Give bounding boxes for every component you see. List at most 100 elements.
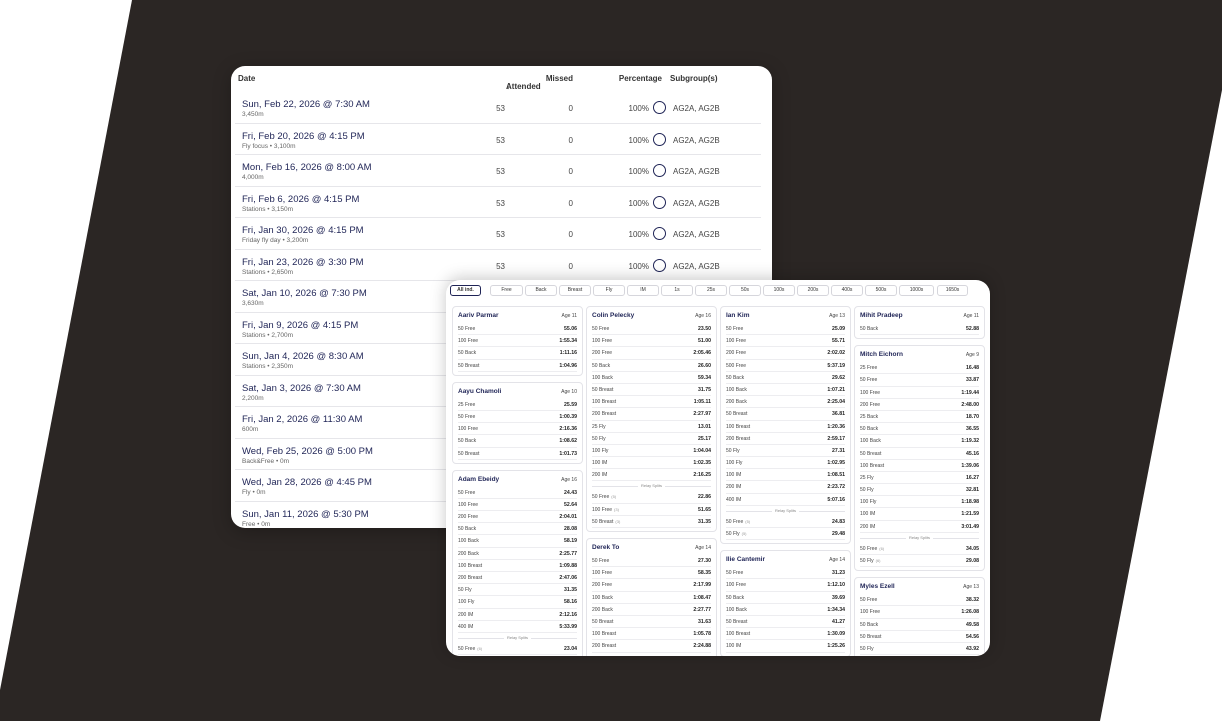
swimmer-card[interactable]: Mitch Eichorn Age 9 25 Free 16.48 50 Free 33.… (854, 345, 985, 572)
progress-ring-icon (653, 164, 666, 177)
practice-details: Stations • 2,700m (242, 331, 294, 339)
practice-details: Friday fly day • 3,200m (242, 237, 309, 244)
relay-event: 50 Breast (3) (592, 519, 620, 525)
attendance-percentage: 100% (628, 198, 649, 208)
event-time: 2:16.36 (559, 426, 577, 433)
swimmer-name[interactable]: Aariv Parmar (458, 312, 498, 319)
swimmer-card[interactable]: Aariv Parmar Age 11 50 Free 55.06 100 Free 1:… (452, 306, 583, 376)
event-time: 18.70 (966, 413, 979, 420)
swimmer-name[interactable]: Ilie Cantemir (726, 556, 765, 563)
filter-button[interactable]: 25s (695, 285, 727, 296)
attendance-row[interactable]: Fri, Jan 23, 2026 @ 3:30 PM Stations • 2,… (235, 250, 761, 281)
event-time: 2:16.25 (693, 472, 711, 479)
event-name: 25 Back (860, 413, 879, 420)
column-header-percentage[interactable]: Percentage (611, 74, 662, 83)
event-time: 1:11.16 (559, 350, 577, 357)
event-name: 200 IM (860, 523, 876, 530)
filter-button[interactable]: All ind. (450, 285, 481, 296)
split-row: 100 IM 1:08.51 (726, 469, 845, 482)
event-name: 50 Fly (860, 487, 874, 494)
missed-count: 0 (568, 104, 573, 113)
split-row: 50 Back 39.69 (726, 592, 845, 604)
attendance-row[interactable]: Fri, Jan 30, 2026 @ 4:15 PM Friday fly da… (235, 218, 761, 250)
practice-details: Stations • 3,150m (242, 205, 294, 213)
swimmer-card[interactable]: Colin Pelecky Age 16 50 Free 23.50 100 Free 5… (586, 306, 717, 532)
split-row: 200 Back 2:27.77 (592, 604, 711, 616)
relay-leg: (6) (477, 645, 483, 651)
event-time: 33.87 (966, 377, 979, 384)
swimmer-name[interactable]: Adam Ebeidy (458, 476, 499, 483)
swimmer-card[interactable]: Derek To Age 14 50 Free 27.30 100 Free 58.35 2… (586, 538, 717, 656)
attendance-row[interactable]: Fri, Feb 20, 2026 @ 4:15 PM Fly focus • 3… (235, 124, 761, 155)
split-row: 100 IM 1:25.26 (726, 640, 845, 653)
swimmer-column: Mihit Pradeep Age 11 50 Back 52.88 Mitch Eic… (854, 306, 985, 656)
event-name: 200 Back (458, 550, 479, 557)
relay-time: 31.35 (698, 518, 711, 525)
event-name: 50 Free (592, 326, 610, 332)
swimmer-card[interactable]: Adam Ebeidy Age 16 50 Free 24.43 100 Free 52.… (452, 469, 583, 656)
split-row: 200 Free 2:05.46 (592, 347, 711, 360)
swimmer-card[interactable]: Ian Kim Age 13 50 Free 25.09 100 Free 55.71 20… (720, 306, 851, 545)
filter-button[interactable]: IM (627, 285, 659, 296)
event-time: 2:59.17 (827, 435, 845, 442)
swimmer-name[interactable]: Derek To (592, 544, 619, 551)
swimmer-name[interactable]: Mitch Eichorn (860, 351, 903, 358)
attendance-row[interactable]: Fri, Feb 6, 2026 @ 4:15 PM Stations • 3,1… (235, 187, 761, 218)
filter-button[interactable]: 1s (661, 285, 693, 296)
filter-button[interactable]: 1000s (899, 285, 934, 296)
column-header-subgroups[interactable]: Subgroup(s) (670, 74, 718, 83)
practice-details: Back&Free • 0m (242, 457, 290, 465)
event-time: 27.31 (832, 447, 845, 454)
swimmer-name[interactable]: Ian Kim (726, 312, 749, 319)
practice-details: 3,450m (242, 111, 264, 118)
filter-button[interactable]: 400s (831, 285, 863, 296)
event-name: 50 Back (458, 350, 477, 357)
filter-button[interactable]: Free (490, 285, 523, 296)
missed-count: 0 (568, 230, 573, 239)
event-time: 31.75 (698, 386, 711, 393)
event-time: 31.23 (832, 570, 845, 577)
column-header-missed[interactable]: Missed (531, 74, 573, 83)
split-row: 200 Breast 2:59.17 (726, 433, 845, 445)
relay-event: 50 Free (6) (860, 546, 884, 552)
attendance-row[interactable]: Mon, Feb 16, 2026 @ 8:00 AM 4,000m 53 0 100%… (235, 155, 761, 187)
event-time: 25.17 (698, 435, 711, 442)
filter-button[interactable]: 200s (797, 285, 829, 296)
filter-button[interactable]: Breast (559, 285, 591, 296)
event-time: 39.69 (832, 594, 845, 601)
event-time: 1:26.08 (961, 609, 979, 616)
filter-button[interactable]: Back (525, 285, 557, 296)
swimmer-age: Age 16 (695, 313, 711, 319)
split-row: 50 Breast 31.63 (592, 616, 711, 629)
split-row: 100 Back 59.34 (592, 372, 711, 384)
filter-button[interactable]: 50s (729, 285, 761, 296)
event-time: 58.19 (564, 538, 577, 545)
split-row: 100 IM 1:02.35 (592, 457, 711, 470)
practice-details: Fly focus • 3,100m (242, 142, 296, 150)
split-row: 100 Breast 1:09.88 (458, 560, 577, 572)
relay-time: 51.65 (698, 506, 711, 513)
event-name: 100 Back (592, 374, 613, 381)
swimmer-card[interactable]: Ilie Cantemir Age 14 50 Free 31.23 100 Free 1… (720, 550, 851, 656)
swimmer-name[interactable]: Colin Pelecky (592, 312, 634, 319)
attendance-percentage: 100% (628, 104, 649, 113)
attendance-row[interactable]: Sun, Feb 22, 2026 @ 7:30 AM 3,450m 53 0 100%… (235, 92, 761, 124)
swimmer-card[interactable]: Aayu Chamoli Age 10 25 Free 25.59 50 Free 1:0… (452, 381, 583, 464)
column-header-date[interactable]: Date (238, 74, 255, 83)
event-time: 58.16 (564, 599, 577, 606)
filter-button[interactable]: 100s (763, 285, 795, 296)
split-row: 50 Free 38.32 (860, 594, 979, 607)
event-time: 2:17.99 (693, 582, 711, 589)
practice-details: Free • 0m (242, 520, 271, 528)
swimmer-card[interactable]: Mihit Pradeep Age 11 50 Back 52.88 (854, 306, 985, 340)
swimmer-name[interactable]: Myles Ezell (860, 583, 895, 590)
event-name: 50 Free (860, 597, 878, 604)
swimmer-name[interactable]: Aayu Chamoli (458, 388, 501, 395)
filter-button[interactable]: Fly (593, 285, 625, 296)
event-name: 200 Free (726, 350, 747, 357)
filter-button[interactable]: 1650s (937, 285, 968, 296)
event-time: 59.34 (698, 374, 711, 381)
swimmer-card[interactable]: Myles Ezell Age 13 50 Free 38.32 100 Free 1:2… (854, 577, 985, 656)
filter-button[interactable]: 500s (865, 285, 897, 296)
swimmer-name[interactable]: Mihit Pradeep (860, 312, 903, 319)
